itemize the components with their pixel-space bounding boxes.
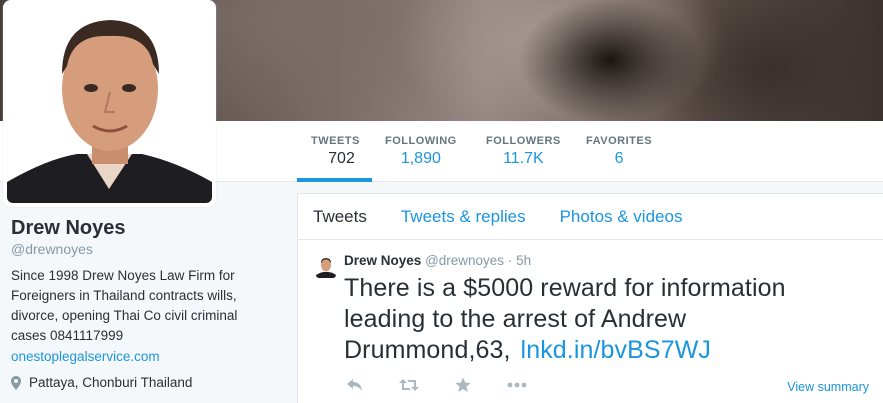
stat-favorites-value: 6 [614, 150, 624, 167]
retweet-icon [399, 379, 419, 391]
stat-followers-value: 11.7K [503, 150, 544, 167]
tweet-separator: · [507, 253, 513, 268]
tab-tweets-and-replies[interactable]: Tweets & replies [401, 207, 526, 227]
favorite-button[interactable] [452, 377, 474, 393]
stat-tweets-value: 702 [328, 150, 355, 167]
avatar-photo [7, 4, 212, 203]
timeline-tabs: Tweets Tweets & replies Photos & videos [298, 194, 883, 240]
stat-following-value: 1,890 [400, 150, 441, 167]
retweet-button[interactable] [398, 377, 420, 393]
profile-handle[interactable]: @drewnoyes [11, 241, 281, 257]
tweet-avatar-icon [316, 256, 336, 278]
tab-tweets[interactable]: Tweets [313, 207, 367, 227]
tweet-avatar[interactable] [316, 256, 336, 278]
tweet-item[interactable]: Drew Noyes @drewnoyes · 5h There is a $5… [298, 240, 883, 394]
stat-favorites-label: FAVORITES [586, 135, 653, 147]
tab-photos-and-videos[interactable]: Photos & videos [560, 207, 683, 227]
profile-sidebar: Drew Noyes @drewnoyes Since 1998 Drew No… [11, 217, 281, 390]
stat-following[interactable]: FOLLOWING 1,890 [385, 121, 457, 182]
tweet-author-name[interactable]: Drew Noyes [344, 253, 421, 268]
more-button[interactable] [506, 377, 528, 393]
timeline-panel: Tweets Tweets & replies Photos & videos … [297, 193, 883, 403]
profile-location-text: Pattaya, Chonburi Thailand [29, 375, 193, 390]
tweet-author-handle[interactable]: @drewnoyes [425, 253, 504, 268]
stat-tweets-label: TWEETS [311, 135, 360, 147]
star-icon [455, 377, 471, 392]
stat-favorites[interactable]: FAVORITES 6 [586, 121, 652, 182]
stat-followers[interactable]: FOLLOWERS 11.7K [486, 121, 561, 182]
reply-icon [347, 379, 362, 391]
more-icon [507, 382, 527, 388]
profile-avatar[interactable] [3, 0, 216, 207]
stat-tweets[interactable]: TWEETS 702 [297, 121, 372, 182]
profile-url-link[interactable]: onestoplegalservice.com [11, 347, 281, 367]
location-pin-icon [11, 375, 21, 390]
tweet-actions [344, 377, 528, 393]
profile-name[interactable]: Drew Noyes [11, 217, 281, 240]
tweet-header: Drew Noyes @drewnoyes · 5h [344, 253, 883, 268]
reply-button[interactable] [344, 377, 366, 393]
profile-location: Pattaya, Chonburi Thailand [11, 375, 281, 390]
tweet-text: There is a $5000 reward for information … [344, 273, 844, 366]
profile-bio: Since 1998 Drew Noyes Law Firm for Forei… [11, 268, 238, 343]
stat-following-label: FOLLOWING [385, 135, 457, 147]
stat-followers-label: FOLLOWERS [486, 135, 561, 147]
tweet-timestamp[interactable]: 5h [516, 253, 531, 268]
view-summary-link[interactable]: View summary [787, 380, 869, 394]
avatar-portrait-icon [7, 4, 212, 203]
tweet-link[interactable]: lnkd.in/bvBS7WJ [521, 336, 711, 364]
